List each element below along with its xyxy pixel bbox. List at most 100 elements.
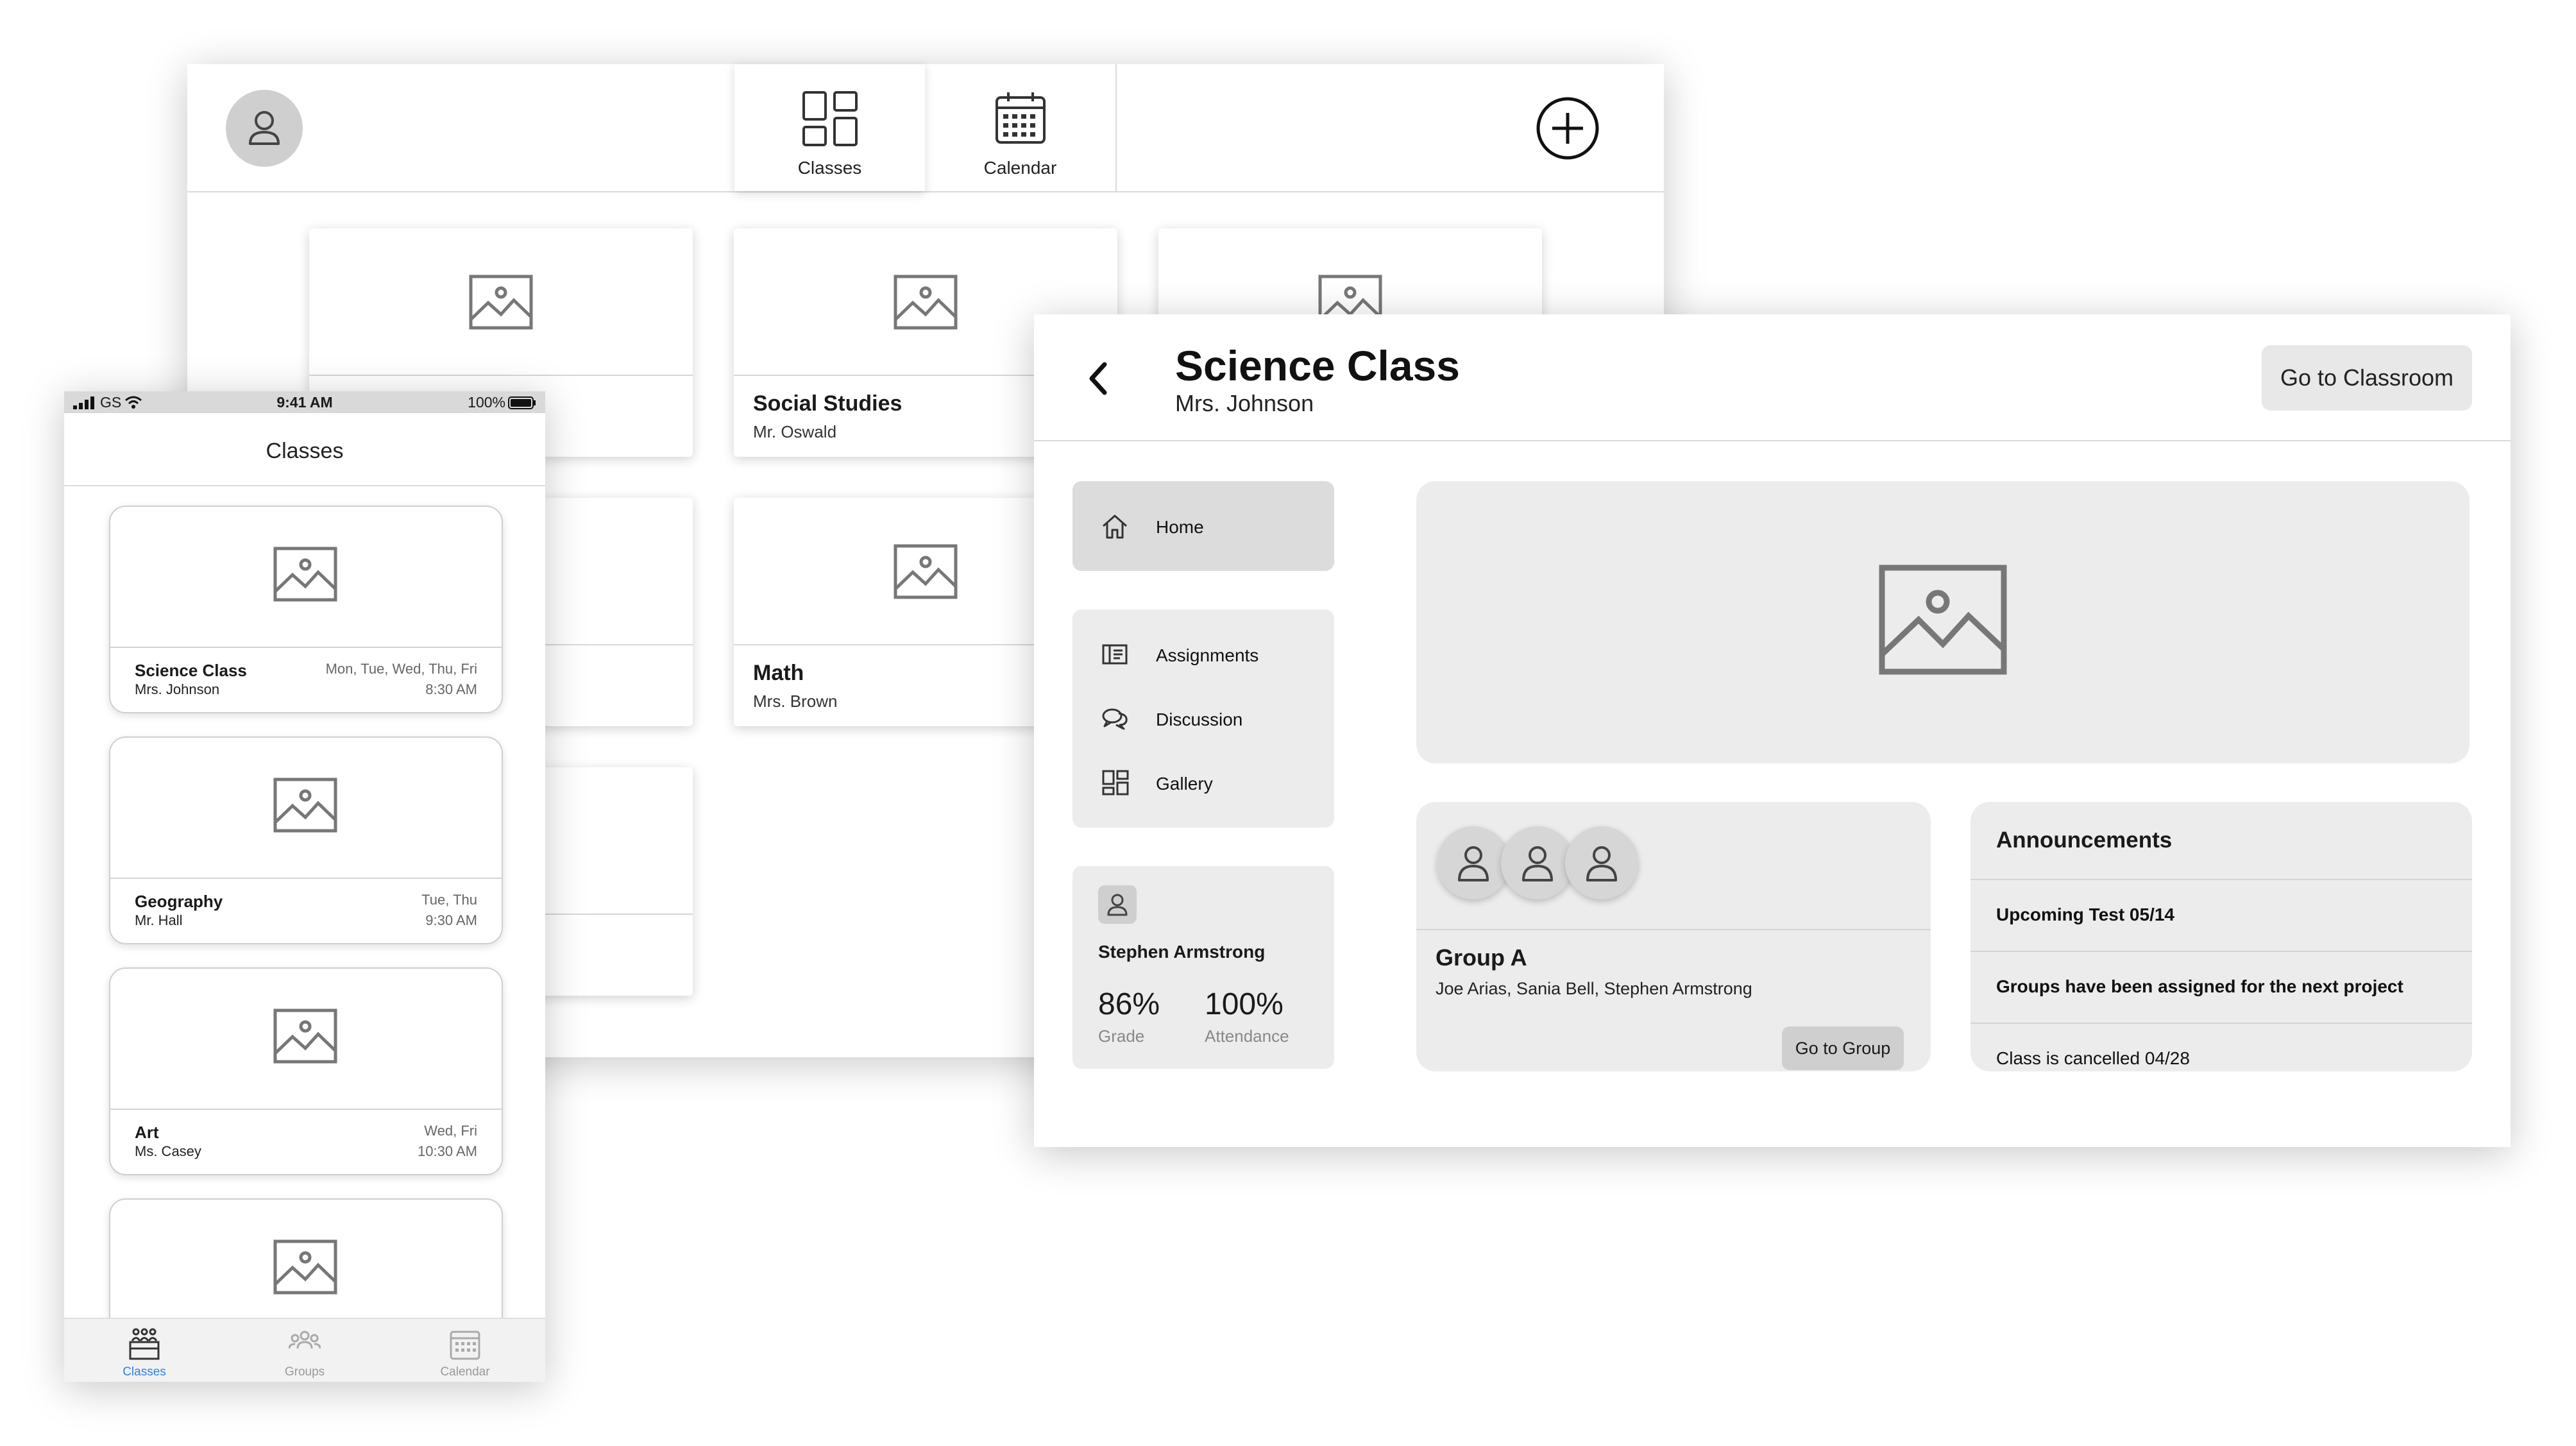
calendar-icon [996, 92, 1046, 144]
phone-nav-bar: Classes [64, 413, 545, 486]
classroom-icon [129, 1328, 160, 1360]
phone-classes-screen: GS 9:41 AM 100% Classes Science Class Mr… [64, 391, 545, 1382]
image-placeholder-icon [273, 1008, 337, 1064]
profile-avatar[interactable] [226, 90, 303, 167]
sidebar-item-label: Discussion [1156, 710, 1243, 729]
student-summary-card: Stephen Armstrong 86% Grade 100% Attenda… [1072, 866, 1334, 1069]
announcement-item[interactable]: Groups have been assigned for the next p… [1996, 976, 2403, 997]
attendance-value: 100% [1205, 987, 1284, 1021]
sidebar-item-home[interactable]: Home [1072, 500, 1334, 552]
user-icon [1458, 846, 1489, 881]
class-card-teacher: Mrs. Brown [753, 692, 838, 711]
page-title: Classes [266, 439, 344, 463]
go-to-group-button[interactable]: Go to Group [1782, 1026, 1904, 1070]
group-members: Joe Arias, Sania Bell, Stephen Armstrong [1436, 979, 1752, 998]
page-title: Science Class [1175, 342, 1460, 389]
class-days: Mon, Tue, Wed, Thu, Fri [325, 661, 477, 677]
image-placeholder-icon [273, 1239, 337, 1295]
announcement-item[interactable]: Class is cancelled 04/28 [1996, 1048, 2190, 1069]
class-card-image [309, 228, 693, 376]
class-time: 10:30 AM [418, 1143, 477, 1159]
avatar [1565, 826, 1638, 899]
image-placeholder-icon [273, 547, 337, 602]
sidebar-item-label: Assignments [1156, 645, 1259, 665]
back-button[interactable] [1085, 359, 1111, 398]
class-list-item[interactable]: Art Ms. Casey Wed, Fri 10:30 AM [109, 967, 503, 1175]
discussion-icon [1102, 708, 1128, 730]
class-teacher: Mrs. Johnson [1175, 390, 1314, 416]
tab-divider [1115, 64, 1117, 191]
divider [1970, 1023, 2472, 1024]
class-name: Art [135, 1123, 159, 1142]
divider [1970, 951, 2472, 952]
class-card-image [110, 969, 502, 1110]
class-list-item[interactable]: Science Class Mrs. Johnson Mon, Tue, Wed… [109, 506, 503, 713]
phone-tab-bar: Classes Groups Calendar [64, 1318, 545, 1382]
sidebar-item-assignments[interactable]: Assignments [1072, 629, 1334, 680]
announcements-card: Announcements Upcoming Test 05/14 Groups… [1970, 802, 2472, 1071]
avatar [1437, 826, 1510, 899]
tablet-top-bar: Classes Calendar [187, 64, 1664, 192]
user-icon [1586, 846, 1617, 881]
user-icon [1107, 894, 1128, 916]
tab-classes[interactable]: Classes [64, 1319, 225, 1382]
avatar [1501, 826, 1574, 899]
group-icon [289, 1331, 321, 1349]
go-to-classroom-button[interactable]: Go to Classroom [2262, 345, 2472, 411]
group-name: Group A [1436, 944, 1527, 971]
class-teacher: Mr. Hall [135, 912, 183, 928]
avatar [1098, 885, 1137, 924]
image-placeholder-icon [894, 275, 958, 330]
sidebar-item-gallery[interactable]: Gallery [1072, 757, 1334, 808]
image-placeholder-icon [1879, 565, 2007, 675]
class-card-title: Social Studies [753, 391, 902, 416]
class-list-item[interactable]: Geography Mr. Hall Tue, Thu 9:30 AM [109, 736, 503, 944]
attendance-label: Attendance [1205, 1026, 1289, 1046]
sidebar-home-card: Home [1072, 481, 1334, 571]
grid-icon [802, 91, 858, 146]
class-name: Geography [135, 892, 223, 911]
home-icon [1103, 515, 1127, 539]
divider [1970, 879, 2472, 880]
sidebar-item-label: Gallery [1156, 774, 1213, 794]
image-placeholder-icon [469, 275, 533, 330]
chevron-left-icon [1089, 362, 1107, 395]
tab-groups[interactable]: Groups [225, 1319, 385, 1382]
image-placeholder-icon [273, 778, 337, 833]
group-card: Group A Joe Arias, Sania Bell, Stephen A… [1416, 802, 1931, 1071]
tab-calendar[interactable]: Calendar [385, 1319, 545, 1382]
battery-percent: 100% [468, 394, 505, 411]
tab-classes-label: Classes [797, 158, 862, 178]
class-days: Wed, Fri [424, 1123, 477, 1139]
class-name: Science Class [135, 661, 247, 680]
divider [1416, 929, 1931, 930]
class-header: Science Class Mrs. Johnson Go to Classro… [1034, 314, 2511, 441]
class-card-image [110, 738, 502, 879]
desktop-class-detail: Science Class Mrs. Johnson Go to Classro… [1034, 314, 2511, 1147]
class-teacher: Mrs. Johnson [135, 681, 220, 697]
student-name: Stephen Armstrong [1098, 942, 1266, 962]
class-teacher: Ms. Casey [135, 1143, 201, 1159]
grid-icon [1102, 770, 1129, 795]
class-card-teacher: Mr. Oswald [753, 422, 837, 441]
class-days: Tue, Thu [421, 892, 477, 908]
tab-groups-label: Groups [284, 1365, 325, 1379]
assignments-icon [1102, 644, 1128, 665]
add-class-button[interactable] [1536, 96, 1600, 160]
tab-calendar[interactable]: Calendar [925, 64, 1115, 191]
class-banner-image [1416, 481, 2470, 763]
announcements-title: Announcements [1996, 828, 2173, 853]
user-icon [1522, 846, 1553, 881]
class-time: 8:30 AM [425, 681, 477, 697]
tab-classes-label: Classes [123, 1365, 166, 1379]
status-bar: GS 9:41 AM 100% [64, 391, 545, 413]
announcement-item[interactable]: Upcoming Test 05/14 [1996, 905, 2174, 925]
class-card-title: Math [753, 661, 804, 685]
plus-circle-icon [1536, 97, 1599, 160]
battery-icon [508, 396, 536, 409]
sidebar-item-discussion[interactable]: Discussion [1072, 693, 1334, 744]
class-card-image [110, 507, 502, 648]
sidebar-nav-card: Assignments Discussion Gallery [1072, 609, 1334, 828]
grade-value: 86% [1098, 987, 1160, 1021]
tab-classes[interactable]: Classes [734, 64, 925, 191]
